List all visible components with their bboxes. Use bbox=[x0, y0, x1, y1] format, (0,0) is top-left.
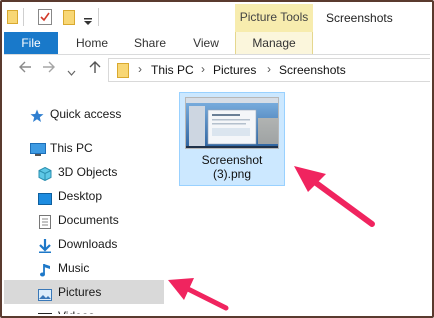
file-thumbnail bbox=[185, 97, 279, 149]
up-arrow-icon[interactable] bbox=[88, 60, 102, 77]
sidebar-item-label: Documents bbox=[58, 213, 119, 227]
address-folder-icon bbox=[117, 63, 129, 83]
navigation-bar: › This PC › Pictures › Screenshots bbox=[4, 55, 430, 85]
ribbon-tabs: File Home Share View bbox=[4, 32, 430, 55]
breadcrumb-separator-icon[interactable]: › bbox=[138, 62, 142, 76]
breadcrumb-separator-icon[interactable]: › bbox=[201, 62, 205, 76]
sidebar-item-music[interactable]: Music bbox=[4, 256, 164, 280]
qat-divider bbox=[23, 8, 24, 26]
navigation-pane: Quick access This PC 3D Objects Desktop … bbox=[4, 94, 164, 314]
tab-share[interactable]: Share bbox=[128, 32, 172, 54]
annotation-arrow-pictures bbox=[168, 278, 229, 311]
breadcrumb-screenshots[interactable]: Screenshots bbox=[279, 63, 346, 77]
customize-toolbar-icon[interactable] bbox=[84, 13, 92, 31]
breadcrumb-separator-icon[interactable]: › bbox=[267, 62, 271, 76]
sidebar-item-label: Pictures bbox=[58, 285, 102, 299]
sidebar-item-label: Videos bbox=[58, 304, 94, 314]
star-icon bbox=[30, 107, 44, 122]
tab-manage[interactable]: Manage bbox=[235, 32, 313, 54]
annotation-arrow-file bbox=[294, 166, 375, 227]
sidebar-item-label: Desktop bbox=[58, 189, 103, 203]
sidebar-item-label: Quick access bbox=[50, 107, 122, 121]
music-note-icon bbox=[40, 261, 54, 277]
tab-view[interactable]: View bbox=[184, 32, 228, 54]
breadcrumb-pictures[interactable]: Pictures bbox=[213, 63, 256, 77]
picture-icon bbox=[38, 285, 52, 301]
download-icon bbox=[39, 237, 53, 253]
address-bar[interactable]: › This PC › Pictures › Screenshots bbox=[108, 58, 430, 82]
sidebar-item-this-pc[interactable]: This PC bbox=[4, 136, 164, 160]
properties-icon[interactable] bbox=[38, 9, 52, 30]
sidebar-item-label: Music bbox=[58, 261, 90, 275]
film-icon bbox=[38, 309, 52, 314]
sidebar-item-quick-access[interactable]: Quick access bbox=[4, 102, 164, 126]
sidebar-item-desktop[interactable]: Desktop bbox=[4, 184, 164, 208]
sidebar-item-label: 3D Objects bbox=[58, 165, 118, 179]
monitor-icon bbox=[30, 141, 46, 156]
title-bar: Picture Tools Screenshots bbox=[4, 4, 430, 32]
cube-icon bbox=[38, 165, 52, 182]
tab-home[interactable]: Home bbox=[70, 32, 114, 54]
file-name-line-2: (3).png bbox=[212, 167, 252, 181]
breadcrumb-this-pc[interactable]: This PC bbox=[151, 63, 194, 77]
document-icon bbox=[39, 213, 53, 229]
qat-divider-2 bbox=[98, 8, 99, 26]
picture-tools-label: Picture Tools bbox=[235, 4, 313, 32]
file-item-screenshot[interactable]: Screenshot (3).png bbox=[179, 92, 285, 186]
explorer-window: Picture Tools Screenshots File Home Shar… bbox=[0, 0, 434, 318]
sidebar-item-label: Downloads bbox=[58, 237, 118, 251]
back-arrow-icon[interactable] bbox=[18, 60, 32, 77]
sidebar-item-label: This PC bbox=[50, 141, 93, 155]
recent-locations-chevron-icon[interactable] bbox=[67, 64, 76, 79]
window-title: Screenshots bbox=[326, 11, 393, 25]
forward-arrow-icon[interactable] bbox=[42, 60, 56, 77]
sidebar-item-downloads[interactable]: Downloads bbox=[4, 232, 164, 256]
sidebar-item-videos[interactable]: Videos bbox=[4, 304, 164, 314]
sidebar-item-documents[interactable]: Documents bbox=[4, 208, 164, 232]
file-name-line-1: Screenshot bbox=[201, 153, 263, 167]
tab-file[interactable]: File bbox=[4, 32, 58, 54]
sidebar-item-3d-objects[interactable]: 3D Objects bbox=[4, 160, 164, 184]
file-name-label: Screenshot (3).png bbox=[180, 153, 284, 181]
folder-icon bbox=[7, 10, 18, 29]
desktop-icon bbox=[38, 189, 52, 205]
window-body: Picture Tools Screenshots File Home Shar… bbox=[4, 4, 430, 314]
sidebar-item-pictures[interactable]: Pictures bbox=[4, 280, 164, 304]
new-folder-icon[interactable] bbox=[63, 10, 75, 30]
